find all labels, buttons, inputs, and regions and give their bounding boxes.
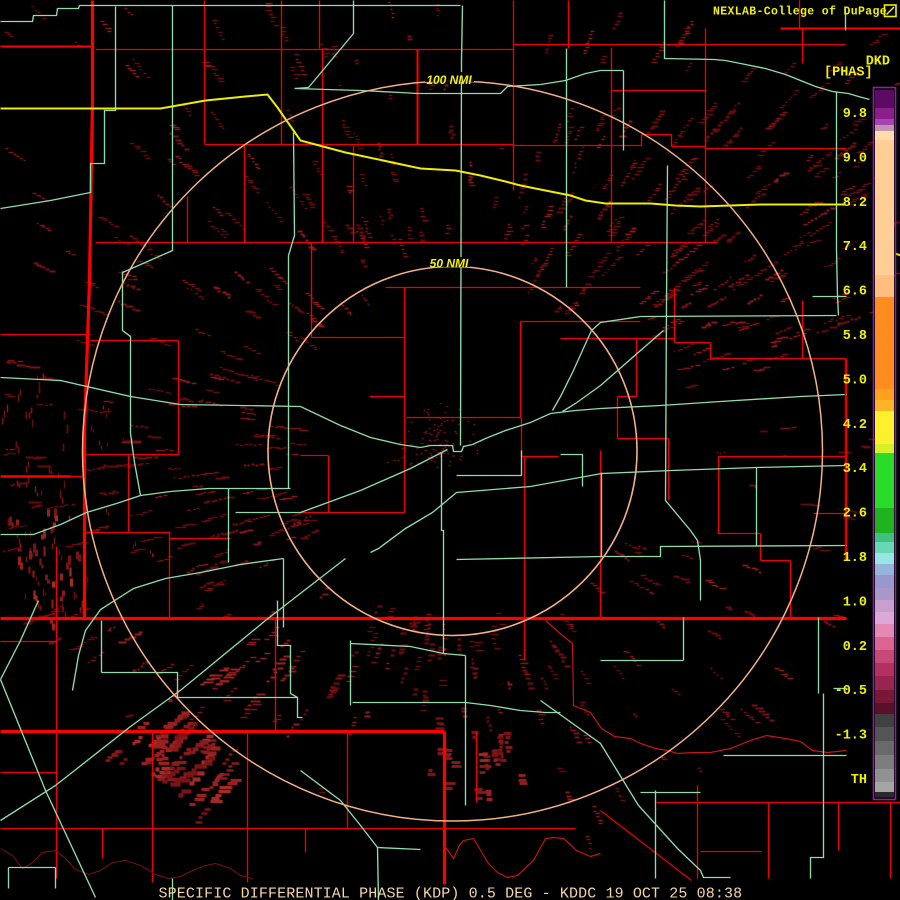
svg-text:3.4: 3.4 bbox=[843, 462, 867, 477]
svg-text:-0.5: -0.5 bbox=[835, 684, 867, 699]
svg-text:-1.3: -1.3 bbox=[835, 729, 867, 744]
svg-text:1.0: 1.0 bbox=[843, 595, 867, 610]
svg-text:5.0: 5.0 bbox=[843, 373, 867, 388]
svg-text:9.8: 9.8 bbox=[843, 107, 867, 122]
svg-text:4.2: 4.2 bbox=[843, 418, 867, 433]
svg-text:0.2: 0.2 bbox=[843, 640, 867, 655]
svg-text:100 NMI: 100 NMI bbox=[426, 73, 472, 87]
svg-text:7.4: 7.4 bbox=[843, 240, 867, 255]
svg-text:50 NMI: 50 NMI bbox=[430, 257, 469, 271]
svg-text:1.8: 1.8 bbox=[843, 551, 867, 566]
svg-text:6.6: 6.6 bbox=[843, 285, 867, 300]
svg-text:SPECIFIC DIFFERENTIAL PHASE (K: SPECIFIC DIFFERENTIAL PHASE (KDP) 0.5 DE… bbox=[159, 886, 743, 900]
svg-text:5.8: 5.8 bbox=[843, 329, 867, 344]
svg-text:TH: TH bbox=[851, 773, 867, 788]
svg-text:9.0: 9.0 bbox=[843, 151, 867, 166]
svg-text:NEXLAB-College of DuPage: NEXLAB-College of DuPage bbox=[713, 6, 887, 19]
svg-text:8.2: 8.2 bbox=[843, 196, 867, 211]
svg-text:[PHAS]: [PHAS] bbox=[824, 66, 873, 81]
svg-text:2.6: 2.6 bbox=[843, 507, 867, 522]
